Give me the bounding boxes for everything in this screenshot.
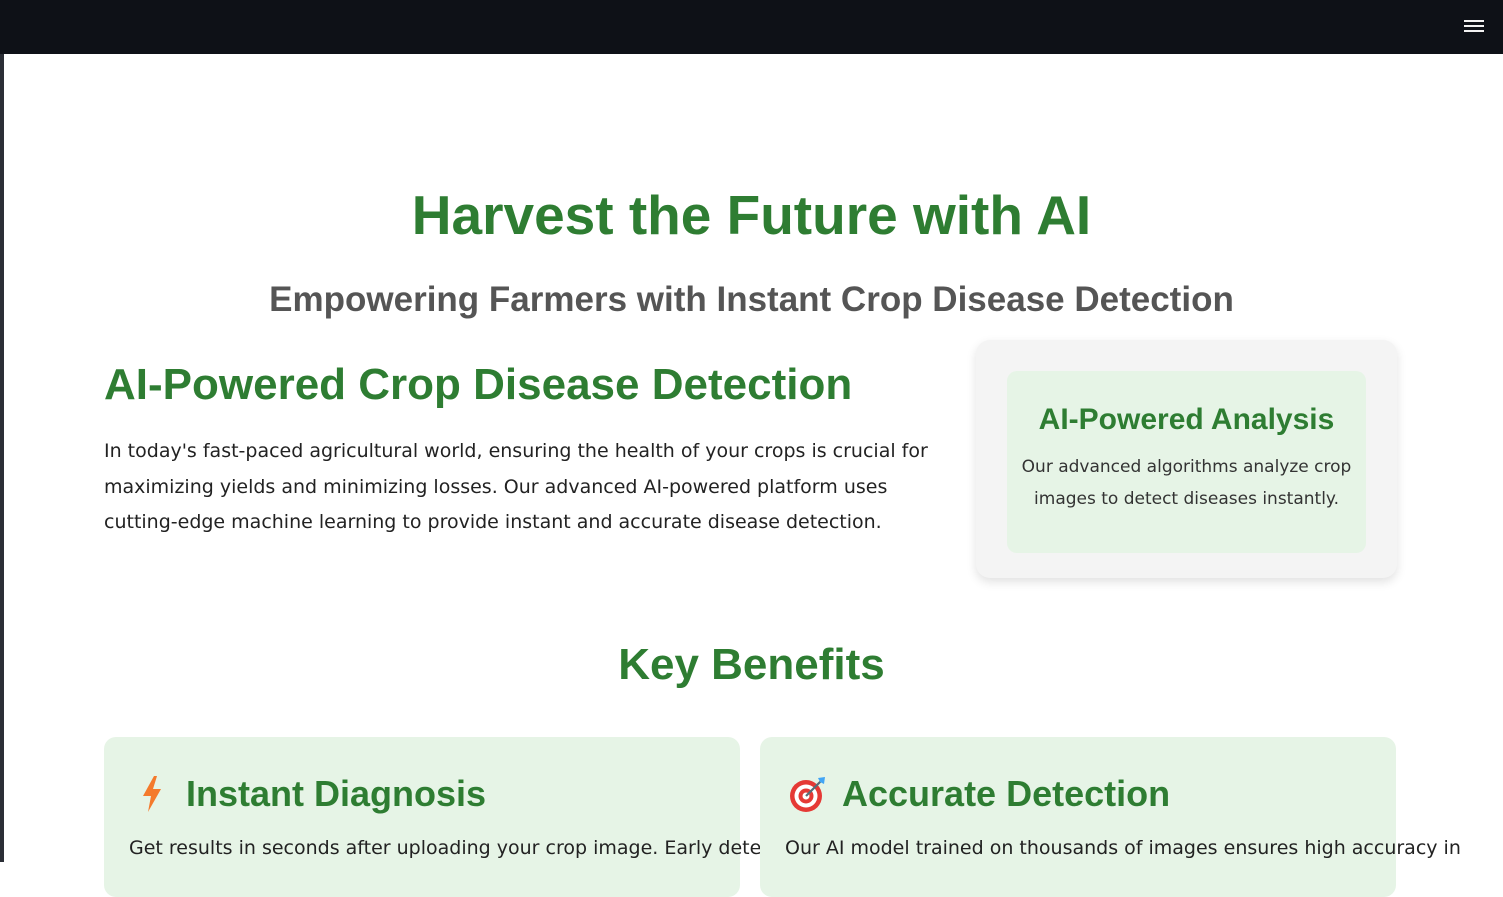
benefit-card-accurate-detection: Accurate Detection Our AI model trained …	[760, 737, 1461, 897]
top-header-bar	[0, 0, 1503, 54]
target-dart-icon	[788, 774, 828, 814]
benefit-card-text: Our AI model trained on thousands of ima…	[785, 837, 1461, 859]
intro-title: AI-Powered Crop Disease Detection	[104, 360, 853, 409]
benefit-card-title: Instant Diagnosis	[186, 773, 487, 814]
benefit-card-title: Accurate Detection	[842, 773, 1171, 814]
hamburger-menu-icon[interactable]	[1463, 17, 1485, 37]
analysis-card: AI-Powered Analysis Our advanced algorit…	[976, 340, 1397, 578]
lightning-bolt-icon	[132, 774, 172, 814]
left-edge-strip	[0, 54, 4, 862]
analysis-card-title: AI-Powered Analysis	[1038, 403, 1335, 436]
hero-subtitle: Empowering Farmers with Instant Crop Dis…	[269, 280, 1234, 319]
benefit-card-text: Get results in seconds after uploading y…	[129, 837, 809, 859]
key-benefits-title: Key Benefits	[618, 640, 885, 689]
analysis-card-text: Our advanced algorithms analyze crop ima…	[1021, 457, 1352, 509]
intro-paragraph: In today's fast-paced agricultural world…	[104, 440, 928, 533]
benefit-card-instant-diagnosis: Instant Diagnosis Get results in seconds…	[104, 737, 808, 897]
hero-title: Harvest the Future with AI	[411, 184, 1092, 246]
analysis-card-inner: AI-Powered Analysis Our advanced algorit…	[1007, 371, 1366, 553]
